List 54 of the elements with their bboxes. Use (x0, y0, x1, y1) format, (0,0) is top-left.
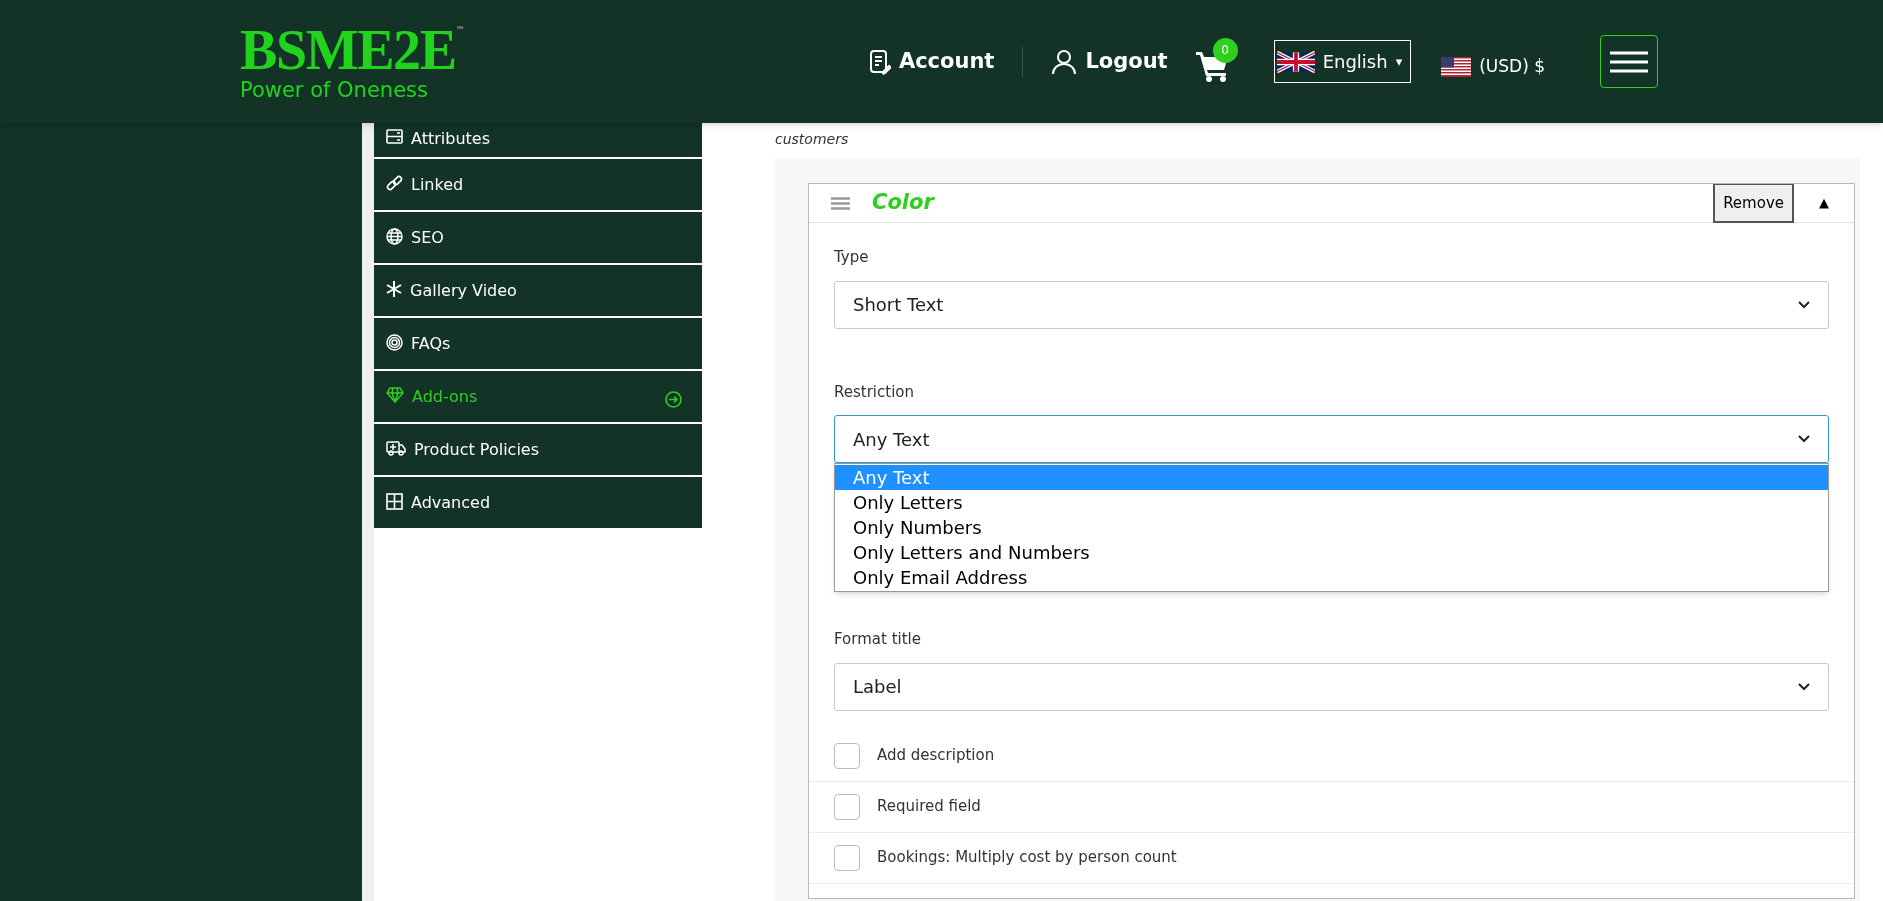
field-label: Restriction (834, 381, 915, 403)
select-field[interactable]: Short Text (834, 280, 1829, 329)
drag-handle-icon[interactable] (831, 196, 850, 210)
snowflake-icon (386, 281, 402, 297)
field-label: Type (834, 247, 870, 268)
remove-button[interactable]: Remove (1713, 184, 1794, 223)
dropdown-option[interactable]: Only Letters (835, 489, 1828, 515)
globe-icon (386, 228, 403, 245)
checkbox[interactable] (834, 742, 860, 769)
currency-selector[interactable]: (USD) $ (1441, 53, 1545, 80)
sidebar-item[interactable]: Advanced (374, 477, 702, 530)
menu-button[interactable] (1600, 35, 1658, 88)
sidebar-item[interactable]: FAQs (374, 318, 702, 371)
select-field[interactable]: Label (834, 662, 1829, 711)
description-text: customers (775, 130, 850, 149)
link-icon (386, 175, 403, 192)
chevron-down-icon (1798, 682, 1810, 691)
flag-icon (1441, 56, 1472, 77)
truck-icon (386, 440, 406, 456)
server-icon (386, 129, 403, 144)
field-label: Format title (834, 629, 922, 650)
document-edit-icon (868, 48, 891, 75)
checkbox[interactable] (834, 844, 860, 871)
trademark-mark: ™ (455, 26, 465, 35)
sidebar-item[interactable]: Linked (374, 159, 702, 212)
logo-tagline: Power of Oneness (240, 80, 429, 101)
sidebar-item[interactable]: Add-ons (374, 371, 702, 424)
logo-name: BSME2E (240, 22, 456, 78)
select-field[interactable]: Any Text (834, 415, 1829, 463)
menu-icon (1610, 50, 1648, 73)
account-link[interactable]: Account (868, 45, 995, 78)
chevron-down-icon (1798, 435, 1810, 443)
dropdown-option[interactable]: Only Email Address (835, 564, 1828, 590)
arrow-circle-icon (665, 391, 682, 408)
diamond-icon (386, 387, 404, 403)
cart-count-badge: 0 (1212, 37, 1238, 63)
checkbox-label: Add description (877, 745, 995, 767)
dropdown-option[interactable]: Only Numbers (835, 514, 1828, 540)
sidebar-item[interactable]: Gallery Video (374, 265, 702, 318)
logout-link[interactable]: Logout (1051, 45, 1168, 78)
checkbox-label: Bookings: Multiply cost by person count (877, 847, 1177, 869)
collapse-button[interactable]: ▲ (1794, 193, 1854, 213)
grid-icon (386, 493, 403, 510)
sidebar-item[interactable]: Product Policies (374, 424, 702, 477)
checkbox[interactable] (834, 793, 860, 820)
sidebar-item[interactable]: Attributes (374, 123, 702, 159)
sidebar-item[interactable]: SEO (374, 212, 702, 265)
chevron-down-icon (1798, 300, 1810, 309)
checkbox-label: Required field (877, 796, 981, 818)
language-dropdown[interactable]: English ▾ (1273, 40, 1412, 83)
target-icon (386, 334, 403, 351)
user-icon (1051, 48, 1078, 75)
addon-title: Color (872, 189, 934, 217)
dropdown-option[interactable]: Only Letters and Numbers (835, 539, 1828, 565)
